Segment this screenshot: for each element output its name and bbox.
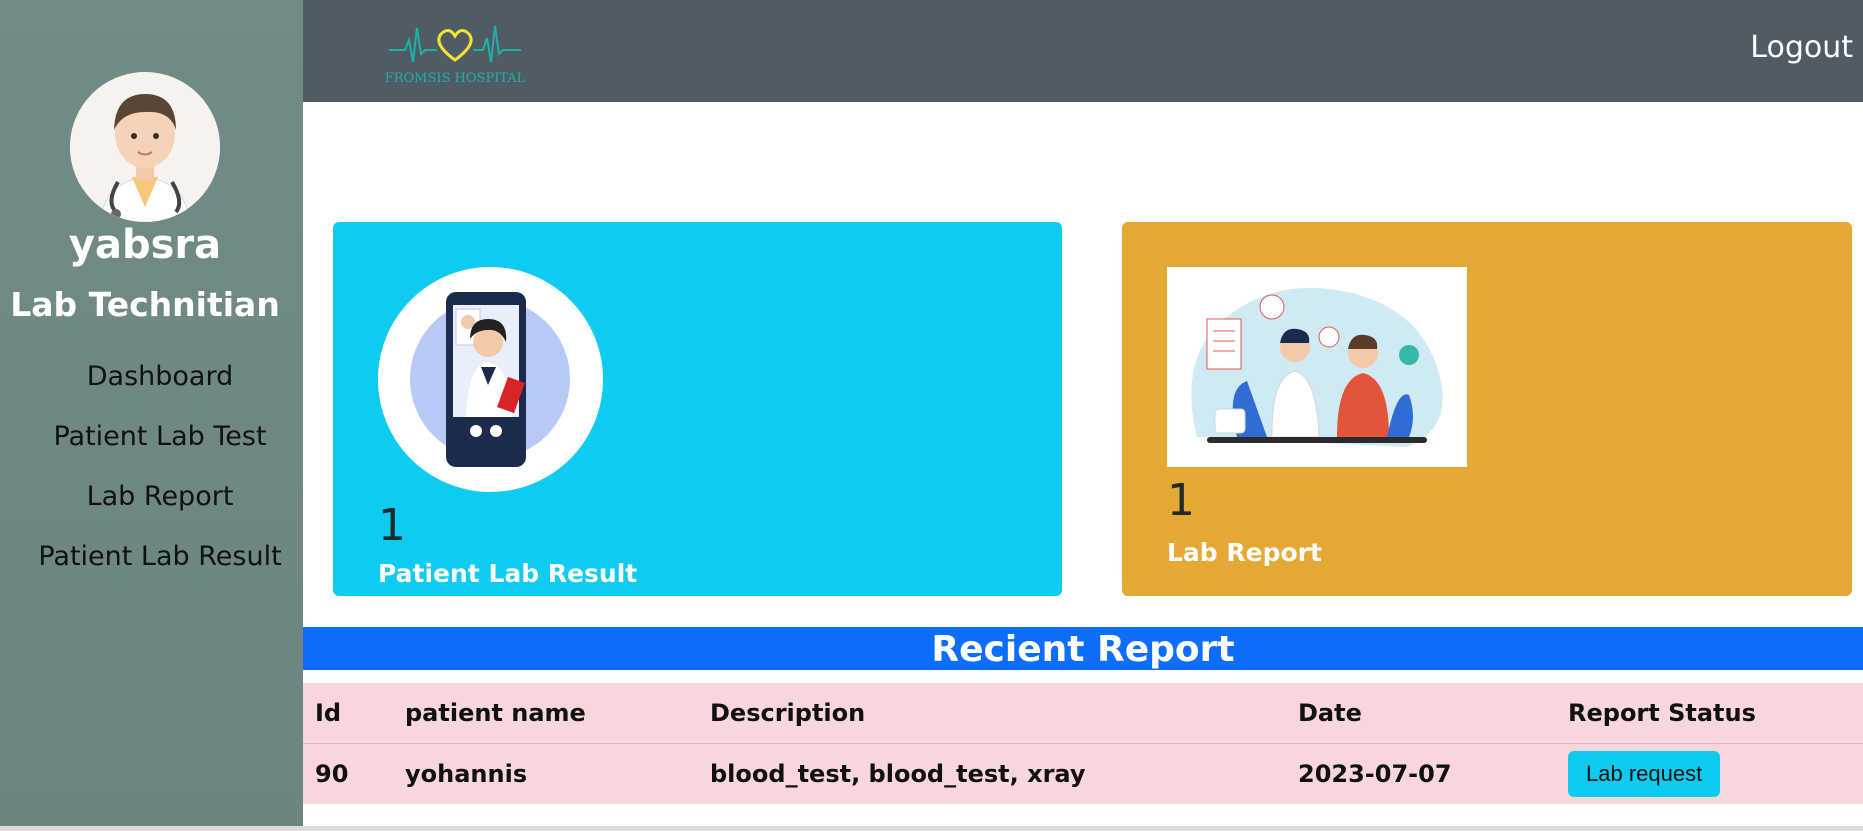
table-header-row: Id patient name Description Date Report … (303, 683, 1863, 744)
cell-report-status: Lab request (1556, 744, 1863, 805)
sidebar-item-patient-lab-result[interactable]: Patient Lab Result (0, 535, 320, 595)
column-header-patient-name: patient name (405, 699, 586, 727)
page-bottom-border (0, 826, 1863, 831)
doctor-video-call-illustration (378, 267, 603, 492)
sidebar: yabsra Lab Technitian Dashboard Patient … (0, 0, 303, 826)
user-name: yabsra (68, 222, 222, 268)
logout-link[interactable]: Logout (1750, 30, 1853, 65)
top-navbar: FROMSIS HOSPITAL Logout (303, 0, 1863, 102)
hospital-logo[interactable]: FROMSIS HOSPITAL (375, 10, 535, 88)
svg-text:FROMSIS HOSPITAL: FROMSIS HOSPITAL (385, 71, 526, 86)
table-row: 90 yohannis blood_test, blood_test, xray… (303, 744, 1863, 805)
lab-request-button[interactable]: Lab request (1568, 751, 1721, 797)
cell-id: 90 (315, 760, 349, 788)
lab-report-card[interactable]: 1 Lab Report (1122, 222, 1852, 596)
recent-report-heading: Recient Report (303, 627, 1863, 670)
sidebar-nav: Dashboard Patient Lab Test Lab Report Pa… (0, 355, 320, 595)
patient-lab-result-count: 1 (378, 500, 406, 551)
sidebar-item-patient-lab-test[interactable]: Patient Lab Test (0, 415, 320, 475)
lab-report-count: 1 (1167, 475, 1195, 526)
user-avatar (70, 72, 220, 222)
recent-report-table: Id patient name Description Date Report … (303, 683, 1863, 804)
column-header-id: Id (315, 699, 342, 727)
sidebar-item-lab-report[interactable]: Lab Report (0, 475, 320, 535)
cell-patient-name: yohannis (405, 760, 528, 788)
lab-report-label: Lab Report (1167, 538, 1322, 567)
cell-date: 2023-07-07 (1298, 760, 1452, 788)
sidebar-item-dashboard[interactable]: Dashboard (0, 355, 320, 415)
doctor-checkup-illustration (1167, 267, 1467, 467)
patient-lab-result-label: Patient Lab Result (378, 559, 638, 588)
cell-description: blood_test, blood_test, xray (710, 760, 1086, 788)
column-header-date: Date (1298, 699, 1362, 727)
column-header-report-status: Report Status (1568, 699, 1756, 727)
column-header-description: Description (710, 699, 866, 727)
user-role: Lab Technitian (10, 285, 280, 324)
patient-lab-result-card[interactable]: 1 Patient Lab Result (333, 222, 1062, 596)
